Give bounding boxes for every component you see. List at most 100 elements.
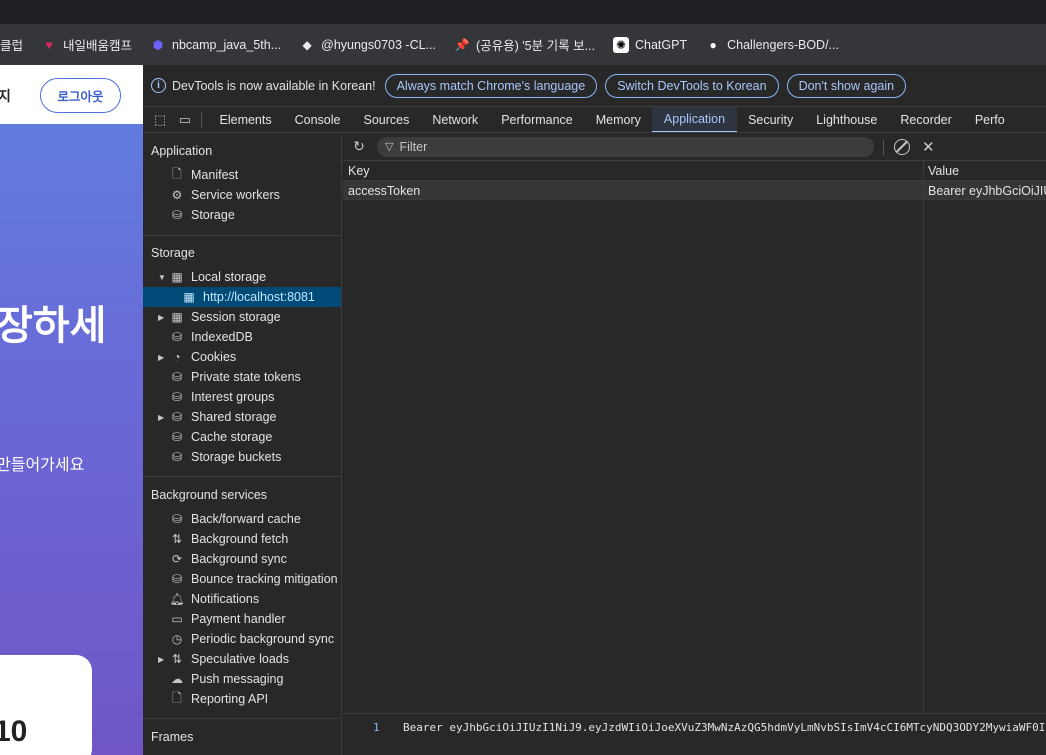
sidebar-item-label: http://localhost:8081 — [203, 290, 315, 304]
bookmark-github[interactable]: ● Challengers-BOD/... — [705, 37, 838, 53]
value-preview-pane: 1 Bearer eyJhbGciOiJIUzI1NiJ9.eyJzdWIiOi… — [343, 713, 1046, 755]
switch-korean-button[interactable]: Switch DevTools to Korean — [605, 73, 779, 98]
sidebar-item-label: Speculative loads — [191, 652, 289, 666]
sidebar-item-background-fetch[interactable]: ⇅ Background fetch — [143, 529, 341, 549]
sidebar-item-indexeddb[interactable]: ⛁ IndexedDB — [143, 327, 341, 347]
delete-selected-icon[interactable]: ✕ — [922, 138, 935, 156]
bookmark-label: nbcamp_java_5th... — [172, 37, 282, 52]
github-icon: ● — [709, 37, 717, 52]
bookmark-nbcamp-java[interactable]: ⬢ nbcamp_java_5th... — [150, 37, 281, 53]
sidebar-item-label: IndexedDB — [191, 330, 253, 344]
database-icon: ⛁ — [171, 430, 183, 444]
table-header: Key Value — [343, 161, 1046, 181]
tab-security[interactable]: Security — [737, 107, 805, 132]
sidebar-item-label: Periodic background sync — [191, 632, 335, 646]
sidebar-item-speculative-loads[interactable]: ▶ ⇅ Speculative loads — [143, 649, 341, 669]
tab-performance-insights[interactable]: Perfo — [963, 107, 1016, 132]
collapsed-arrow-icon[interactable]: ▶ — [158, 655, 168, 664]
match-language-button[interactable]: Always match Chrome's language — [384, 73, 598, 98]
filter-box: ▽ — [377, 136, 874, 157]
clear-all-icon[interactable] — [894, 138, 910, 155]
collapsed-arrow-icon[interactable]: ▶ — [158, 353, 168, 362]
sidebar-item-label: Storage — [191, 208, 235, 222]
up-down-arrows-icon: ⇅ — [171, 532, 183, 546]
column-header-value[interactable]: Value — [928, 164, 959, 178]
row-key: accessToken — [348, 184, 421, 198]
bookmark-hyungs[interactable]: ◆ @hyungs0703 -CL... — [299, 37, 436, 53]
table-row[interactable]: accessToken Bearer eyJhbGciOiJIUzI1NiJ9.… — [343, 181, 1046, 200]
filter-input[interactable] — [399, 139, 840, 154]
inspect-element-icon[interactable]: ⬚ — [152, 112, 168, 128]
gears-icon: ⚙ — [171, 188, 183, 202]
tab-sources[interactable]: Sources — [352, 107, 421, 132]
sidebar-item-local-storage[interactable]: ▼ ▦ Local storage — [143, 267, 341, 287]
sidebar-item-background-sync[interactable]: ⟳ Background sync — [143, 549, 341, 569]
tab-application[interactable]: Application — [652, 107, 737, 132]
expanded-arrow-icon[interactable]: ▼ — [158, 273, 168, 282]
sidebar-item-label: Manifest — [191, 168, 239, 182]
bookmark-nbcamp[interactable]: ♥ 내일배움캠프 — [41, 35, 132, 54]
sidebar-item-label: Push messaging — [191, 672, 284, 686]
sidebar-item-storage-buckets[interactable]: ⛁ Storage buckets — [143, 447, 341, 467]
tab-memory[interactable]: Memory — [584, 107, 652, 132]
sidebar-item-label: Private state tokens — [191, 370, 301, 384]
column-header-key[interactable]: Key — [348, 164, 370, 178]
card-number: 10 — [0, 715, 28, 748]
tab-network[interactable]: Network — [421, 107, 490, 132]
sidebar-item-local-storage-origin[interactable]: ▦ http://localhost:8081 — [143, 287, 341, 307]
filter-funnel-icon: ▽ — [385, 141, 394, 153]
bookmark-club[interactable]: 클럽 — [0, 35, 23, 54]
sidebar-item-reporting-api[interactable]: 🗋 Reporting API — [143, 689, 341, 709]
sidebar-item-cache-storage[interactable]: ⛁ Cache storage — [143, 427, 341, 447]
file-icon: 🗋 — [172, 166, 182, 181]
sidebar-item-cookies[interactable]: ▶ ◔ Cookies — [143, 347, 341, 367]
up-down-arrows-icon: ⇅ — [171, 652, 183, 666]
sidebar-item-label: Local storage — [191, 270, 267, 284]
info-message: DevTools is now available in Korean! — [172, 78, 376, 93]
refresh-icon[interactable]: ↻ — [351, 138, 367, 155]
info-icon: i — [151, 78, 166, 93]
bookmarks-bar: 클럽 ♥ 내일배움캠프 ⬢ nbcamp_java_5th... ◆ @hyun… — [0, 24, 1046, 65]
sidebar-item-label: Service workers — [191, 188, 280, 202]
sidebar-item-service-workers[interactable]: ⚙ Service workers — [143, 185, 341, 205]
dont-show-button[interactable]: Don't show again — [786, 73, 907, 98]
sidebar-item-periodic-background-sync[interactable]: ◷ Periodic background sync — [143, 629, 341, 649]
sidebar-item-manifest[interactable]: 🗋 Manifest — [143, 165, 341, 185]
sidebar-item-session-storage[interactable]: ▶ ▦ Session storage — [143, 307, 341, 327]
sidebar-item-shared-storage[interactable]: ▶ ⛁ Shared storage — [143, 407, 341, 427]
page-header: 지 로그아웃 — [0, 65, 143, 124]
bookmark-chatgpt[interactable]: ✺ ChatGPT — [613, 36, 687, 53]
devtools-tabs: ⬚ ▭ Elements Console Sources Network Per… — [143, 107, 1046, 133]
tab-lighthouse[interactable]: Lighthouse — [805, 107, 889, 132]
sidebar-item-private-state-tokens[interactable]: ⛁ Private state tokens — [143, 367, 341, 387]
bookmark-label: (공유용) '5분 기록 보... — [475, 39, 595, 53]
sidebar-item-back-forward-cache[interactable]: ⛁ Back/forward cache — [143, 509, 341, 529]
collapsed-arrow-icon[interactable]: ▶ — [158, 313, 168, 322]
column-divider[interactable] — [923, 161, 924, 713]
tab-performance[interactable]: Performance — [490, 107, 585, 132]
sidebar-item-payment-handler[interactable]: ▭ Payment handler — [143, 609, 341, 629]
tab-console[interactable]: Console — [283, 107, 352, 132]
sidebar-item-label: Shared storage — [191, 410, 277, 424]
toolbar-divider — [883, 138, 884, 155]
sidebar-item-push-messaging[interactable]: ☁ Push messaging — [143, 669, 341, 689]
collapsed-arrow-icon[interactable]: ▶ — [158, 413, 168, 422]
sidebar-item-bounce-tracking[interactable]: ⛁ Bounce tracking mitigation — [143, 569, 341, 589]
tab-elements[interactable]: Elements — [208, 107, 283, 132]
section-title-storage: Storage — [151, 246, 195, 260]
table-icon: ▦ — [171, 310, 183, 324]
tab-recorder[interactable]: Recorder — [889, 107, 963, 132]
bookmark-label: @hyungs0703 -CL... — [321, 37, 436, 52]
browser-title-strip — [0, 0, 1046, 24]
bookmark-record[interactable]: 📌 (공유용) '5분 기록 보... — [454, 35, 596, 54]
sidebar-item-interest-groups[interactable]: ⛁ Interest groups — [143, 387, 341, 407]
logout-button[interactable]: 로그아웃 — [40, 78, 121, 113]
storage-main-panel: ↻ ▽ ✕ Key Value accessToken Bearer eyJhb… — [343, 133, 1046, 755]
section-title-background-services: Background services — [151, 488, 268, 502]
device-toolbar-icon[interactable]: ▭ — [177, 112, 193, 128]
value-preview-text: Bearer eyJhbGciOiJIUzI1NiJ9.eyJzdWIiOiJo… — [403, 721, 1046, 734]
sidebar-item-storage[interactable]: ⛁ Storage — [143, 205, 341, 225]
section-divider — [143, 718, 341, 719]
sidebar-item-notifications[interactable]: 🔔︎ Notifications — [143, 589, 341, 609]
sidebar-item-label: Notifications — [191, 592, 260, 606]
